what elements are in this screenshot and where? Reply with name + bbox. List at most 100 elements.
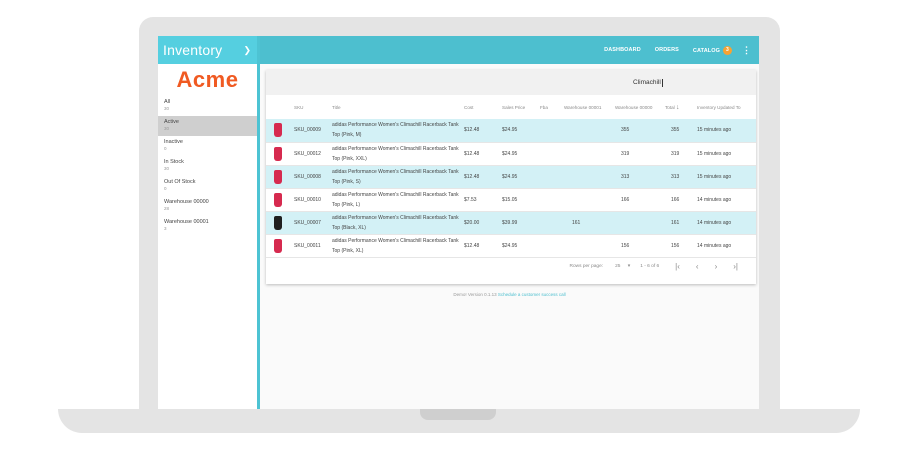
sidebar-item-count: 28 — [164, 206, 170, 211]
sidebar-item-label: Warehouse 00001 — [164, 219, 209, 225]
page-range: 1 - 6 of 6 — [640, 264, 660, 269]
cell-title: adidas Performance Women's Climachill Ra… — [332, 122, 459, 139]
cell-cost: $12.48 — [464, 127, 480, 134]
table-row[interactable]: SKU_00008 adidas Performance Women's Cli… — [266, 165, 756, 188]
sidebar-item-count: 30 — [164, 106, 170, 111]
column-header-cost[interactable]: Cost — [464, 95, 502, 119]
sidebar-item-label: Warehouse 00000 — [164, 199, 209, 205]
app-switcher[interactable]: Inventory ❯ — [158, 36, 257, 64]
rows-per-page-select[interactable]: 25 ▾ — [609, 264, 630, 269]
column-header-title[interactable]: Title — [332, 95, 464, 119]
cell-warehouse-00001 — [564, 165, 615, 188]
catalog-count-badge: 3 — [723, 45, 732, 55]
cell-title: adidas Performance Women's Climachill Ra… — [332, 168, 459, 185]
table-row[interactable]: SKU_00007 adidas Performance Women's Cli… — [266, 211, 756, 234]
version-footer: Demo! Version 0.1.13 Schedule a customer… — [260, 292, 759, 297]
arrow-down-icon[interactable]: ↓ — [676, 104, 680, 111]
column-header-warehouse-00001[interactable]: Warehouse 00001 — [564, 95, 615, 119]
column-header-total[interactable]: Total ↓ — [665, 95, 697, 119]
column-header-sales-price[interactable]: Sales Price — [502, 95, 540, 119]
prev-page-icon[interactable]: ‹ — [696, 262, 699, 271]
cell-warehouse-00000: 313 — [621, 173, 630, 180]
sidebar-item-out-of-stock[interactable]: Out Of Stock 0 — [158, 176, 257, 196]
cell-sku: SKU_00007 — [294, 219, 321, 226]
cell-inventory-updated: 14 minutes ago — [697, 196, 732, 203]
cell-warehouse-00001 — [564, 234, 615, 257]
search-bar[interactable]: Climachill — [266, 70, 756, 95]
nav-catalog[interactable]: CATALOG 3 — [692, 45, 732, 55]
cell-total: 319 — [671, 150, 680, 157]
cell-warehouse-00000: 156 — [621, 242, 630, 249]
column-header-image — [266, 95, 294, 119]
sidebar-item-label: All — [164, 99, 171, 105]
cell-total: 355 — [671, 127, 680, 134]
cell-total: 156 — [671, 242, 680, 249]
text-caret — [661, 78, 663, 87]
tank-top-icon — [274, 123, 282, 138]
cell-title: adidas Performance Women's Climachill Ra… — [332, 191, 459, 208]
cell-sku: SKU_00008 — [294, 173, 321, 180]
table-row[interactable]: SKU_00012 adidas Performance Women's Cli… — [266, 142, 756, 165]
nav-catalog-label: CATALOG — [692, 47, 720, 54]
sidebar-item-warehouse-00000[interactable]: Warehouse 00000 28 — [158, 196, 257, 216]
sidebar-item-in-stock[interactable]: In Stock 30 — [158, 156, 257, 176]
cell-fba — [540, 142, 564, 165]
table-row[interactable]: SKU_00011 adidas Performance Women's Cli… — [266, 234, 756, 257]
table-row[interactable]: SKU_00010 adidas Performance Women's Cli… — [266, 188, 756, 211]
cell-fba — [540, 119, 564, 142]
cell-title: adidas Performance Women's Climachill Ra… — [332, 214, 459, 231]
sidebar: Inventory ❯ Acme All 30 Active 30 Inacti… — [158, 36, 260, 409]
cell-sku: SKU_00010 — [294, 196, 321, 203]
cell-sales-price: $15.05 — [502, 196, 518, 203]
cell-inventory-updated: 15 minutes ago — [697, 173, 732, 180]
cell-warehouse-00000: 319 — [621, 150, 630, 157]
version-text: Demo! Version 0.1.13 — [453, 292, 497, 297]
cell-fba — [540, 211, 564, 234]
pagination-bar: Rows per page: 25 ▾ 1 - 6 of 6 |‹ ‹ › ›| — [266, 258, 756, 276]
cell-sales-price: $24.95 — [502, 150, 518, 157]
cell-inventory-updated: 15 minutes ago — [697, 127, 732, 134]
cell-sales-price: $24.95 — [502, 173, 518, 180]
tank-top-icon — [274, 215, 282, 230]
cell-sales-price: $39.99 — [502, 219, 518, 226]
tank-top-icon — [274, 169, 282, 184]
product-thumbnail — [266, 234, 294, 257]
column-header-warehouse-00000[interactable]: Warehouse 00000 — [615, 95, 665, 119]
sidebar-item-all[interactable]: All 30 — [158, 96, 257, 116]
cell-title: adidas Performance Women's Climachill Ra… — [332, 145, 459, 162]
sidebar-item-inactive[interactable]: Inactive 0 — [158, 136, 257, 156]
column-header-inventory-updated[interactable]: Inventory Updated To — [697, 95, 756, 119]
cell-fba — [540, 165, 564, 188]
last-page-icon[interactable]: ›| — [733, 262, 738, 271]
sidebar-item-count: 30 — [164, 166, 170, 171]
sidebar-item-label: Active — [164, 119, 179, 125]
first-page-icon[interactable]: |‹ — [675, 262, 680, 271]
column-header-sku[interactable]: SKU — [294, 95, 332, 119]
next-page-icon[interactable]: › — [715, 262, 718, 271]
more-vert-icon[interactable]: ⋮ — [742, 45, 751, 56]
product-thumbnail — [266, 188, 294, 211]
schedule-call-link[interactable]: Schedule a customer success call — [498, 292, 566, 297]
rows-per-page-value: 25 — [615, 264, 621, 269]
sidebar-item-warehouse-00001[interactable]: Warehouse 00001 3 — [158, 216, 257, 236]
sidebar-item-count: 30 — [164, 126, 170, 131]
table-header-row: SKU Title Cost Sales Price Fba Warehouse… — [266, 95, 756, 119]
table-row[interactable]: SKU_00009 adidas Performance Women's Cli… — [266, 119, 756, 142]
search-input[interactable]: Climachill — [633, 79, 661, 86]
nav-dashboard[interactable]: DASHBOARD — [604, 47, 641, 53]
cell-inventory-updated: 15 minutes ago — [697, 150, 732, 157]
tank-top-icon — [274, 192, 282, 207]
cell-warehouse-00000: 166 — [621, 196, 630, 203]
sidebar-item-count: 3 — [164, 226, 167, 231]
product-thumbnail — [266, 142, 294, 165]
cell-total: 166 — [671, 196, 680, 203]
sidebar-item-active[interactable]: Active 30 — [158, 116, 257, 136]
cell-title: adidas Performance Women's Climachill Ra… — [332, 237, 459, 254]
cell-sku: SKU_00011 — [294, 242, 321, 249]
sidebar-item-count: 0 — [164, 186, 167, 191]
tank-top-icon — [274, 238, 282, 253]
nav-orders[interactable]: ORDERS — [655, 47, 679, 53]
chevron-down-icon[interactable]: ❯ — [243, 45, 251, 56]
column-header-fba[interactable]: Fba — [540, 95, 564, 119]
dropdown-icon: ▾ — [627, 264, 631, 269]
